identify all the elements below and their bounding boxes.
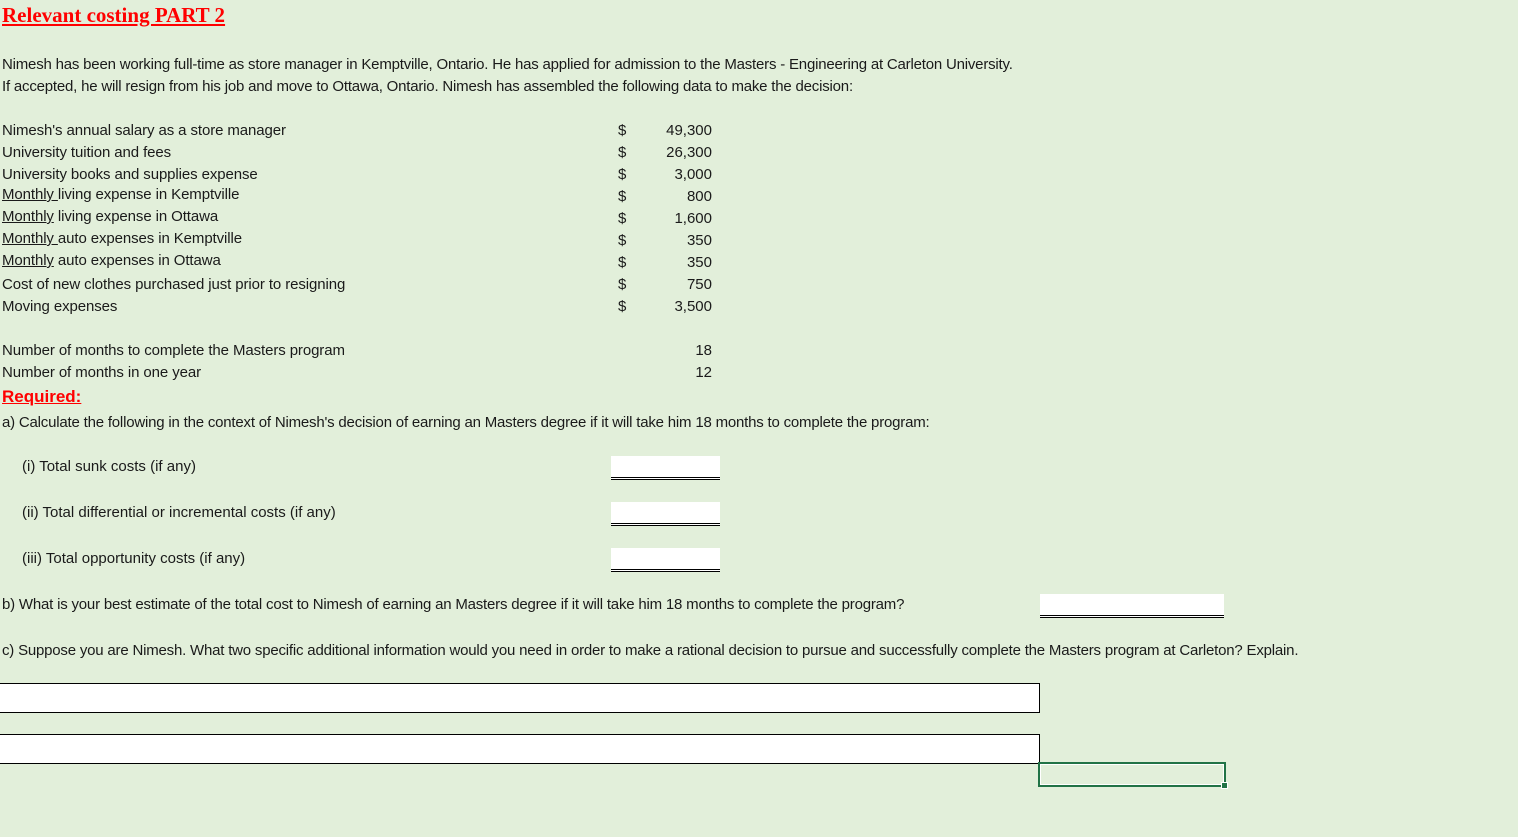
opportunity-costs-label: (iii) Total opportunity costs (if any): [22, 550, 246, 567]
sunk-costs-answer-cell[interactable]: [611, 456, 720, 480]
data-row-value[interactable]: 350: [630, 254, 712, 271]
differential-costs-answer-cell[interactable]: [611, 502, 720, 526]
data-row-label: University books and supplies expense: [2, 166, 258, 183]
currency-symbol: $: [618, 232, 627, 249]
fill-handle[interactable]: [1221, 782, 1228, 789]
data-row-value[interactable]: 750: [630, 276, 712, 293]
data-row-label: Monthly auto expenses in Kemptville: [2, 230, 242, 247]
data-row-label: University tuition and fees: [2, 144, 172, 161]
currency-symbol: $: [618, 144, 627, 161]
intro-line-1: Nimesh has been working full-time as sto…: [2, 56, 1013, 73]
data-row-value[interactable]: 3,500: [630, 298, 712, 315]
data-row-value[interactable]: 3,000: [630, 166, 712, 183]
data-row-label: Nimesh's annual salary as a store manage…: [2, 122, 286, 139]
currency-symbol: $: [618, 298, 627, 315]
question-c: c) Suppose you are Nimesh. What two spec…: [2, 642, 1299, 659]
data-row-value[interactable]: 350: [630, 232, 712, 249]
months-program-value[interactable]: 18: [630, 342, 712, 359]
data-row-value[interactable]: 49,300: [630, 122, 712, 139]
opportunity-costs-answer-cell[interactable]: [611, 548, 720, 572]
currency-symbol: $: [618, 122, 627, 139]
required-heading: Required:: [2, 387, 82, 406]
active-cell-selection[interactable]: [1038, 762, 1228, 789]
currency-symbol: $: [618, 254, 627, 271]
months-year-value[interactable]: 12: [630, 364, 712, 381]
sunk-costs-label: (i) Total sunk costs (if any): [22, 458, 196, 475]
data-row-label: Moving expenses: [2, 298, 118, 315]
months-program-label: Number of months to complete the Masters…: [2, 342, 345, 359]
currency-symbol: $: [618, 210, 627, 227]
differential-costs-label: (ii) Total differential or incremental c…: [22, 504, 336, 521]
data-row-label: Monthly living expense in Ottawa: [2, 208, 219, 225]
question-b: b) What is your best estimate of the tot…: [2, 596, 905, 613]
currency-symbol: $: [618, 166, 627, 183]
months-year-label: Number of months in one year: [2, 364, 201, 381]
total-cost-answer-cell[interactable]: [1040, 594, 1224, 618]
data-row-value[interactable]: 26,300: [630, 144, 712, 161]
intro-line-2: If accepted, he will resign from his job…: [2, 78, 853, 95]
info-answer-1[interactable]: [0, 683, 1040, 713]
info-answer-2[interactable]: [0, 734, 1040, 764]
question-a: a) Calculate the following in the contex…: [2, 414, 930, 431]
currency-symbol: $: [618, 188, 627, 205]
currency-symbol: $: [618, 276, 627, 293]
data-row-value[interactable]: 1,600: [630, 210, 712, 227]
data-row-label: Monthly living expense in Kemptville: [2, 186, 240, 203]
data-row-value[interactable]: 800: [630, 188, 712, 205]
page-title: Relevant costing PART 2: [2, 3, 226, 27]
data-row-label: Monthly auto expenses in Ottawa: [2, 252, 221, 269]
data-row-label: Cost of new clothes purchased just prior…: [2, 276, 346, 293]
